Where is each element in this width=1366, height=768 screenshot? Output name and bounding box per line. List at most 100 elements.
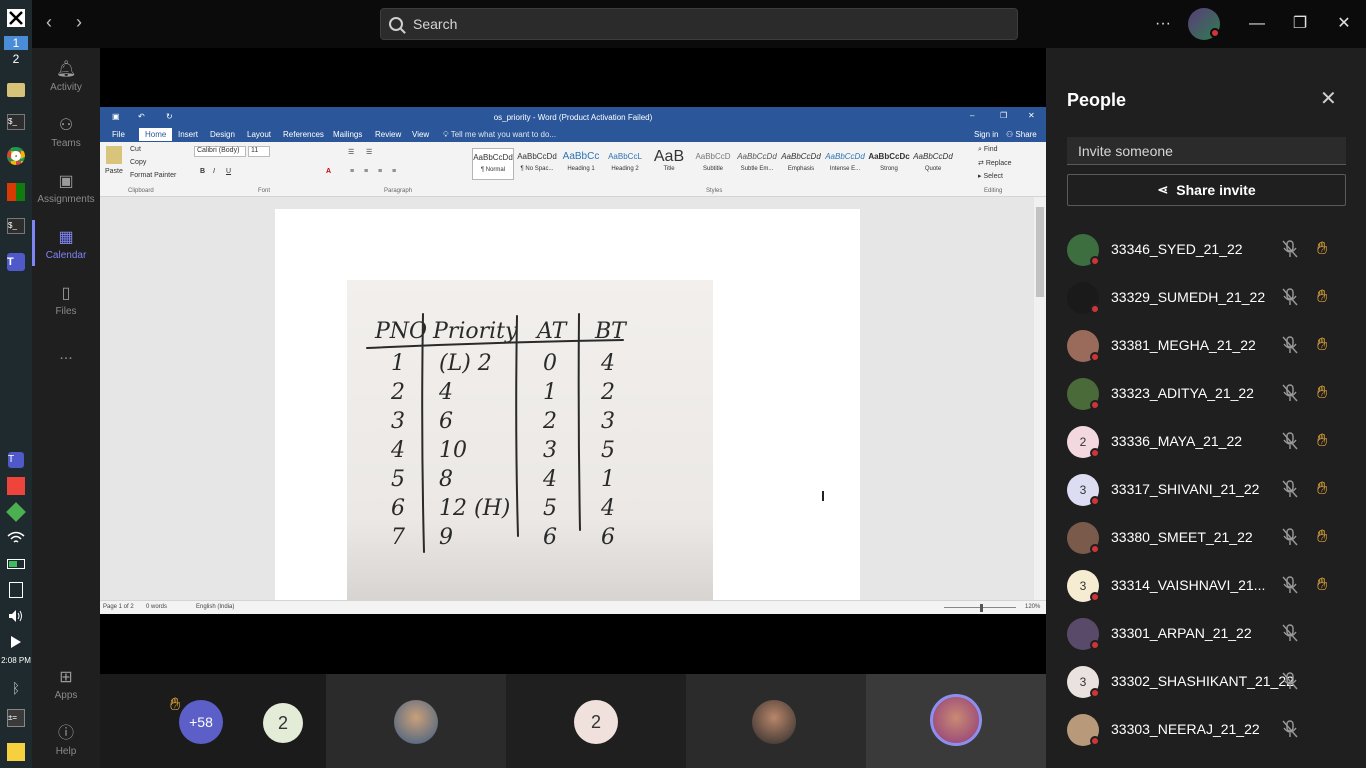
align-center-icon[interactable]: ≡	[364, 168, 368, 175]
language-indicator[interactable]: English (India)	[196, 604, 234, 610]
overflow-count-badge[interactable]: +58	[179, 700, 223, 744]
participant-row[interactable]: 3 33314_VAISHNAVI_21... ✋︎	[1046, 562, 1366, 610]
justify-icon[interactable]: ≡	[392, 168, 396, 175]
back-arrow-icon[interactable]: ‹	[46, 12, 52, 33]
close-window-icon[interactable]: ✕	[1329, 10, 1359, 38]
close-icon[interactable]: ✕	[1320, 86, 1337, 111]
word-minimize-icon[interactable]: –	[970, 111, 974, 120]
mic-off-icon[interactable]	[1282, 384, 1298, 402]
volume-icon[interactable]	[4, 604, 28, 628]
participant-list[interactable]: 33346_SYED_21_22 ✋︎ 33329_SUMEDH_21_22 ✋︎ 33…	[1046, 208, 1366, 768]
replace-button[interactable]: ⇄ Replace	[978, 159, 1012, 167]
mic-off-icon[interactable]	[1282, 240, 1298, 258]
forward-arrow-icon[interactable]: ›	[76, 12, 82, 33]
tab-layout[interactable]: Layout	[247, 130, 271, 139]
x-app-icon[interactable]	[4, 6, 28, 30]
word-close-icon[interactable]: ✕	[1028, 111, 1035, 120]
font-size-select[interactable]: 11	[248, 146, 270, 157]
tab-design[interactable]: Design	[210, 130, 235, 139]
search-input[interactable]: Search	[380, 8, 1018, 40]
font-name-select[interactable]: Calibri (Body)	[194, 146, 246, 157]
mic-off-icon[interactable]	[1282, 336, 1298, 354]
participant-row[interactable]: 33303_NEERAJ_21_22	[1046, 706, 1366, 754]
style-intense-emphasis[interactable]: AaBbCcDd Intense E...	[824, 148, 866, 180]
tab-mailings[interactable]: Mailings	[333, 130, 362, 139]
tell-me-box[interactable]: 💡︎ Tell me what you want to do...	[443, 130, 556, 140]
scroll-thumb[interactable]	[1036, 207, 1044, 297]
cut-button[interactable]: Cut	[130, 146, 141, 153]
document-page[interactable]: PNO Priority AT BT 1 (L) 2 0 4 2 4 1 2 3 6 2 3 4 10 3 5 5 8 4 1…	[275, 209, 860, 600]
style-title[interactable]: AaB Title	[648, 148, 690, 180]
bold-button[interactable]: B	[200, 168, 205, 175]
terminal-icon-2[interactable]: $_	[4, 214, 28, 238]
mic-off-icon[interactable]	[1282, 672, 1298, 690]
bullets-icon[interactable]: ☰	[348, 148, 354, 156]
style-subtitle[interactable]: AaBbCcD Subtitle	[692, 148, 734, 180]
participant-row[interactable]: 33346_SYED_21_22 ✋︎	[1046, 226, 1366, 274]
align-right-icon[interactable]: ≡	[378, 168, 382, 175]
bluetooth-icon[interactable]: ᛒ	[4, 676, 28, 700]
style-heading-1[interactable]: AaBbCc Heading 1	[560, 148, 602, 180]
share-invite-button[interactable]: ⋖ Share invite	[1067, 174, 1346, 206]
zoom-slider-handle[interactable]	[980, 604, 983, 612]
virtual-desktop-1[interactable]: 1	[4, 36, 28, 50]
paste-icon[interactable]	[106, 146, 122, 164]
participant-row[interactable]: 3 33302_SHASHIKANT_21_22	[1046, 658, 1366, 706]
rail-teams[interactable]: ⚇ Teams	[32, 116, 100, 149]
security-icon[interactable]	[4, 500, 28, 524]
mic-off-icon[interactable]	[1282, 576, 1298, 594]
align-left-icon[interactable]: ≡	[350, 168, 354, 175]
numbering-icon[interactable]: ☰	[366, 148, 372, 156]
gallery-tile[interactable]	[686, 674, 866, 768]
mic-off-icon[interactable]	[1282, 528, 1298, 546]
tab-references[interactable]: References	[283, 130, 324, 139]
chrome-icon[interactable]	[4, 144, 28, 168]
zoom-level[interactable]: 120%	[1025, 604, 1040, 610]
gallery-tile-overflow[interactable]: +58 ✋︎ 2	[100, 674, 326, 768]
rail-assignments[interactable]: ▣ Assignments	[32, 172, 100, 205]
style-emphasis[interactable]: AaBbCcDd Emphasis	[780, 148, 822, 180]
page-count[interactable]: Page 1 of 2	[103, 604, 134, 610]
mic-off-icon[interactable]	[1282, 624, 1298, 642]
style-no-spacing[interactable]: AaBbCcDd ¶ No Spac...	[516, 148, 558, 180]
select-button[interactable]: ▸ Select	[978, 172, 1003, 180]
rail-activity[interactable]: 🔔︎ Activity	[32, 60, 100, 93]
mic-off-icon[interactable]	[1282, 288, 1298, 306]
underline-button[interactable]: U	[226, 168, 231, 175]
find-button[interactable]: ⌕ Find	[978, 146, 998, 154]
participant-row[interactable]: 33329_SUMEDH_21_22 ✋︎	[1046, 274, 1366, 322]
calculator-icon[interactable]: ±=	[4, 706, 28, 730]
virtual-desktop-2[interactable]: 2	[4, 52, 28, 66]
rail-calendar[interactable]: ▦ Calendar	[32, 228, 100, 261]
terminal-icon[interactable]: $_	[4, 110, 28, 134]
participant-row[interactable]: 3 33317_SHIVANI_21_22 ✋︎	[1046, 466, 1366, 514]
tab-home[interactable]: Home	[139, 128, 173, 141]
teams-taskbar-icon[interactable]: T	[4, 250, 28, 274]
teams-tray-icon[interactable]: T	[4, 448, 28, 472]
sign-in-link[interactable]: Sign in	[974, 130, 998, 139]
style-normal[interactable]: AaBbCcDd ¶ Normal	[472, 148, 514, 180]
participant-row[interactable]: 33301_ARPAN_21_22	[1046, 610, 1366, 658]
rail-files[interactable]: ▯ Files	[32, 284, 100, 317]
participant-row[interactable]: 33381_MEGHA_21_22 ✋︎	[1046, 322, 1366, 370]
document-vertical-scrollbar[interactable]	[1034, 197, 1046, 600]
style-subtle-emphasis[interactable]: AaBbCcDd Subtle Em...	[736, 148, 778, 180]
rail-help[interactable]: ⓘ Help	[32, 724, 100, 757]
style-quote[interactable]: AaBbCcDd Quote	[912, 148, 954, 180]
italic-button[interactable]: I	[213, 168, 215, 175]
mic-off-icon[interactable]	[1282, 720, 1298, 738]
participant-avatar[interactable]: 2	[263, 703, 303, 743]
sticky-notes-icon[interactable]	[4, 740, 28, 764]
media-play-icon[interactable]	[4, 630, 28, 654]
tab-file[interactable]: File	[112, 130, 125, 139]
tab-view[interactable]: View	[412, 130, 429, 139]
copy-button[interactable]: Copy	[130, 159, 146, 166]
more-options-icon[interactable]: ···	[1148, 10, 1178, 38]
gallery-tile[interactable]: 2	[506, 674, 686, 768]
battery-icon[interactable]	[4, 552, 28, 576]
wifi-icon[interactable]	[4, 526, 28, 550]
restore-icon[interactable]: ❐	[1285, 10, 1315, 38]
notes-tray-icon[interactable]	[4, 578, 28, 602]
mic-off-icon[interactable]	[1282, 480, 1298, 498]
invite-input[interactable]: Invite someone	[1067, 137, 1346, 165]
